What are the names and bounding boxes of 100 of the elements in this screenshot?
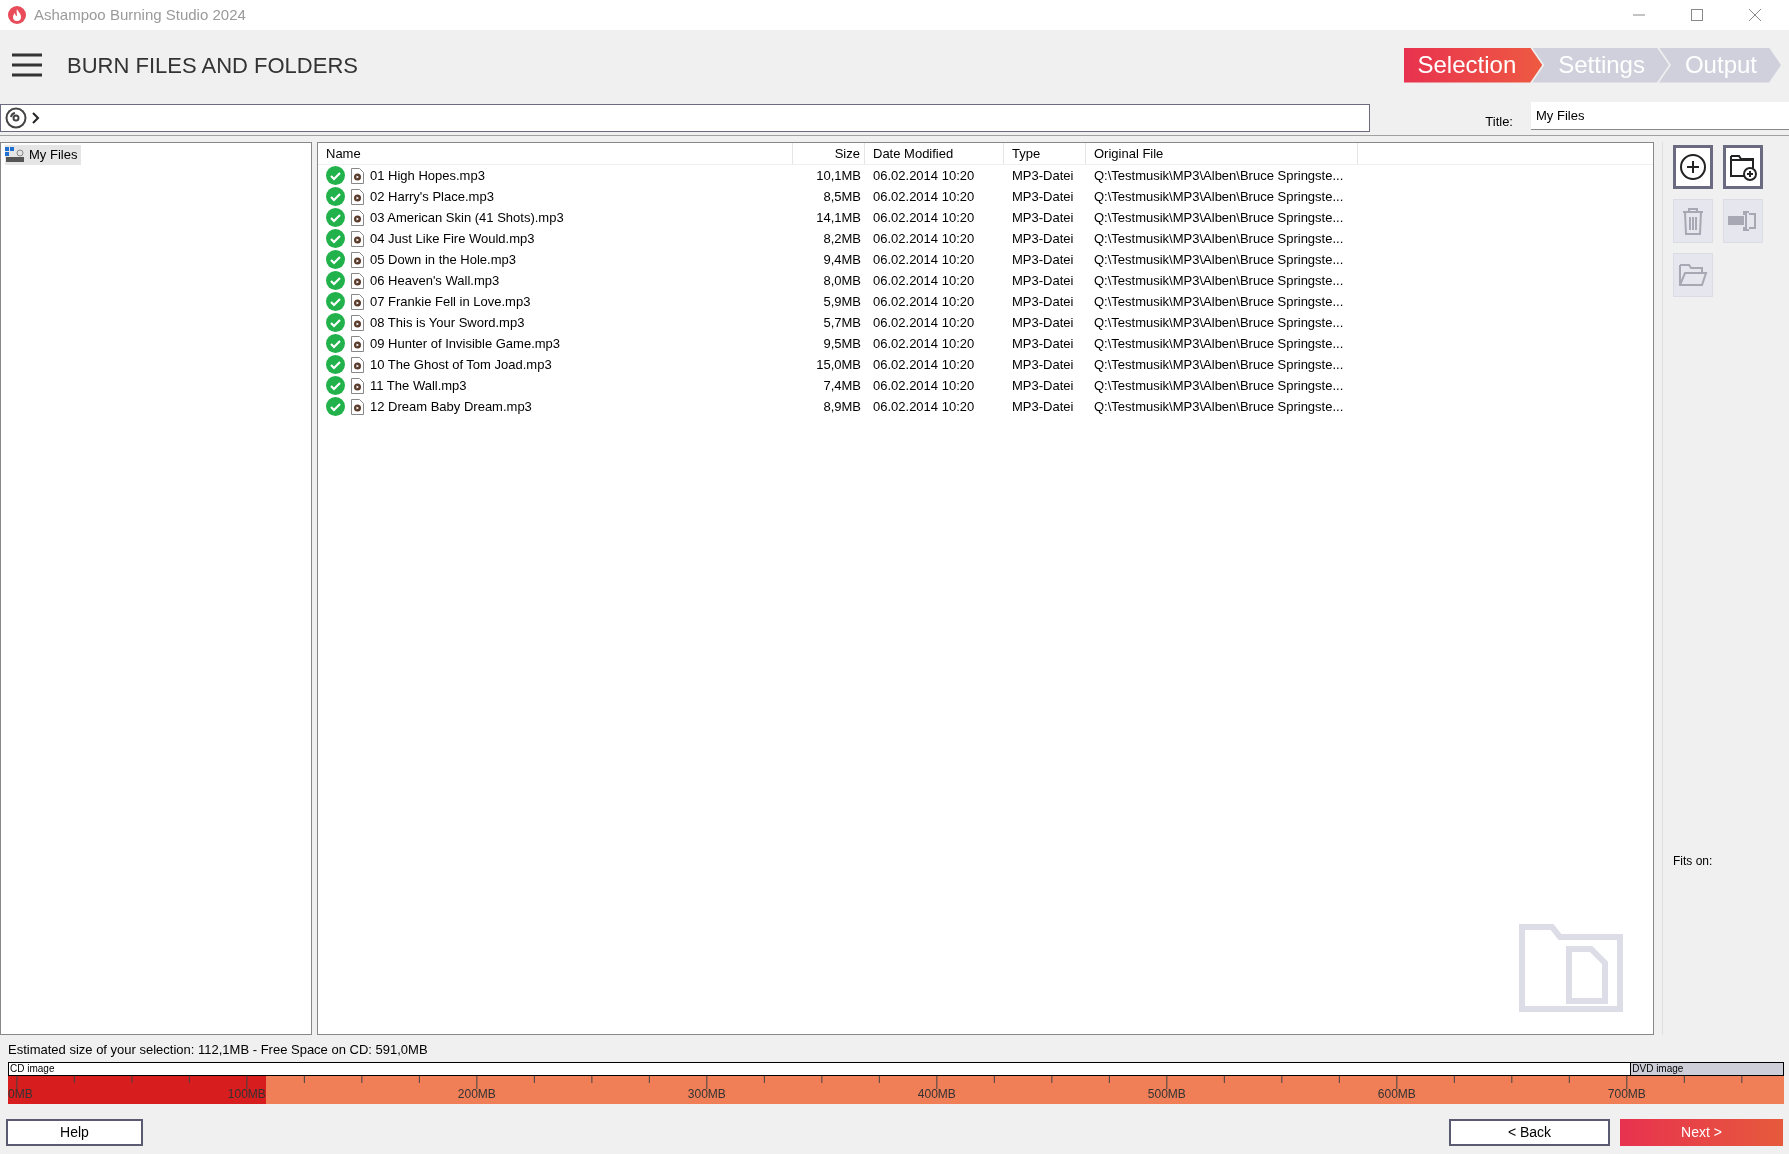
path-bar[interactable] [0, 103, 1370, 132]
folder-add-icon [1728, 152, 1758, 182]
file-name: 04 Just Like Fire Would.mp3 [370, 229, 535, 248]
check-icon [326, 250, 345, 269]
column-header[interactable]: Type [1004, 143, 1086, 164]
original-file-path: Q:\Testmusik\MP3\Alben\Bruce Springste... [1093, 166, 1345, 185]
date-modified: 06.02.2014 10:20 [872, 187, 976, 206]
check-icon [326, 334, 345, 353]
original-file-path: Q:\Testmusik\MP3\Alben\Bruce Springste... [1093, 376, 1345, 395]
date-modified: 06.02.2014 10:20 [872, 397, 976, 416]
tree-item[interactable]: My Files [5, 145, 82, 165]
check-icon [326, 208, 345, 227]
original-file-path: Q:\Testmusik\MP3\Alben\Bruce Springste... [1093, 187, 1345, 206]
selection-size-text: Estimated size of your selection: 112,1MB - Free Space on CD: 591,0MB [8, 1041, 429, 1058]
check-icon [326, 376, 345, 395]
chevron-right-icon[interactable] [31, 110, 41, 125]
page-title: BURN FILES AND FOLDERS [67, 51, 358, 80]
back-button[interactable]: < Back [1449, 1119, 1610, 1146]
file-size: 9,5MB [822, 334, 862, 353]
date-modified: 06.02.2014 10:20 [872, 229, 976, 248]
file-size: 8,0MB [822, 271, 862, 290]
file-name: 09 Hunter of Invisible Game.mp3 [370, 334, 561, 353]
file-type: MP3-Datei [1011, 376, 1075, 395]
scale-label: 500MB [1147, 1087, 1186, 1101]
cd-image-region: CD image [8, 1062, 1632, 1076]
column-header[interactable]: Name [318, 143, 793, 164]
scale-label: 600MB [1377, 1087, 1416, 1101]
fits-on-label: Fits on: [1673, 853, 1714, 870]
file-type: MP3-Datei [1011, 187, 1075, 206]
toolbar-button[interactable] [1673, 145, 1713, 189]
disc-icon [5, 106, 27, 129]
check-icon [326, 292, 345, 311]
window-title: Ashampoo Burning Studio 2024 [34, 4, 246, 25]
file-size: 14,1MB [815, 208, 862, 227]
file-type: MP3-Datei [1011, 166, 1075, 185]
file-name: 07 Frankie Fell in Love.mp3 [370, 292, 531, 311]
audio-file-icon [351, 272, 364, 289]
column-header[interactable]: Date Modified [865, 143, 1004, 164]
original-file-path: Q:\Testmusik\MP3\Alben\Bruce Springste... [1093, 250, 1345, 269]
toolbar-button[interactable] [1723, 145, 1763, 189]
file-type: MP3-Datei [1011, 313, 1075, 332]
scale-label: 300MB [687, 1087, 726, 1101]
file-type: MP3-Datei [1011, 292, 1075, 311]
audio-file-icon [351, 398, 364, 415]
file-name: 01 High Hopes.mp3 [370, 166, 485, 185]
title-field[interactable]: My Files [1531, 101, 1789, 130]
audio-file-icon [351, 314, 364, 331]
file-size: 8,9MB [822, 397, 862, 416]
original-file-path: Q:\Testmusik\MP3\Alben\Bruce Springste... [1093, 292, 1345, 311]
original-file-path: Q:\Testmusik\MP3\Alben\Bruce Springste... [1093, 334, 1345, 353]
column-header[interactable]: Size [793, 143, 865, 164]
date-modified: 06.02.2014 10:20 [872, 292, 976, 311]
check-icon [326, 229, 345, 248]
original-file-path: Q:\Testmusik\MP3\Alben\Bruce Springste... [1093, 271, 1345, 290]
file-size: 8,2MB [822, 229, 862, 248]
check-icon [326, 397, 345, 416]
check-icon [326, 187, 345, 206]
audio-file-icon [351, 335, 364, 352]
scale-label: 0MB [8, 1087, 33, 1101]
add-icon [1679, 153, 1707, 181]
file-type: MP3-Datei [1011, 271, 1075, 290]
file-type: MP3-Datei [1011, 229, 1075, 248]
next-button[interactable]: Next > [1620, 1119, 1783, 1146]
check-icon [326, 166, 345, 185]
file-size: 5,9MB [822, 292, 862, 311]
file-name: 10 The Ghost of Tom Joad.mp3 [370, 355, 552, 374]
computer-icon [5, 146, 25, 163]
scale-label: 700MB [1607, 1087, 1646, 1101]
audio-file-icon [351, 356, 364, 373]
step-tab[interactable]: Selection [1403, 47, 1543, 83]
audio-file-icon [351, 377, 364, 394]
folder-icon [1678, 262, 1708, 288]
file-name: 06 Heaven's Wall.mp3 [370, 271, 500, 290]
original-file-path: Q:\Testmusik\MP3\Alben\Bruce Springste... [1093, 397, 1345, 416]
audio-file-icon [351, 230, 364, 247]
file-name: 12 Dream Baby Dream.mp3 [370, 397, 532, 416]
date-modified: 06.02.2014 10:20 [872, 376, 976, 395]
column-header[interactable]: Original File [1086, 143, 1358, 164]
help-button[interactable]: Help [6, 1119, 143, 1146]
audio-file-icon [351, 209, 364, 226]
audio-file-icon [351, 251, 364, 268]
file-name: 05 Down in the Hole.mp3 [370, 250, 516, 269]
date-modified: 06.02.2014 10:20 [872, 271, 976, 290]
title-label: Title: [1485, 112, 1513, 131]
menu-icon[interactable] [12, 53, 42, 77]
date-modified: 06.02.2014 10:20 [872, 334, 976, 353]
scale-label: 400MB [917, 1087, 956, 1101]
file-name: 03 American Skin (41 Shots).mp3 [370, 208, 564, 227]
scale-label: 100MB [227, 1087, 266, 1101]
file-name: 11 The Wall.mp3 [370, 376, 467, 395]
rename-icon [1727, 209, 1759, 233]
file-type: MP3-Datei [1011, 397, 1075, 416]
check-icon [326, 355, 345, 374]
file-name: 02 Harry's Place.mp3 [370, 187, 494, 206]
trash-icon [1681, 206, 1705, 236]
check-icon [326, 313, 345, 332]
date-modified: 06.02.2014 10:20 [872, 313, 976, 332]
date-modified: 06.02.2014 10:20 [872, 355, 976, 374]
file-size: 9,4MB [822, 250, 862, 269]
date-modified: 06.02.2014 10:20 [872, 208, 976, 227]
